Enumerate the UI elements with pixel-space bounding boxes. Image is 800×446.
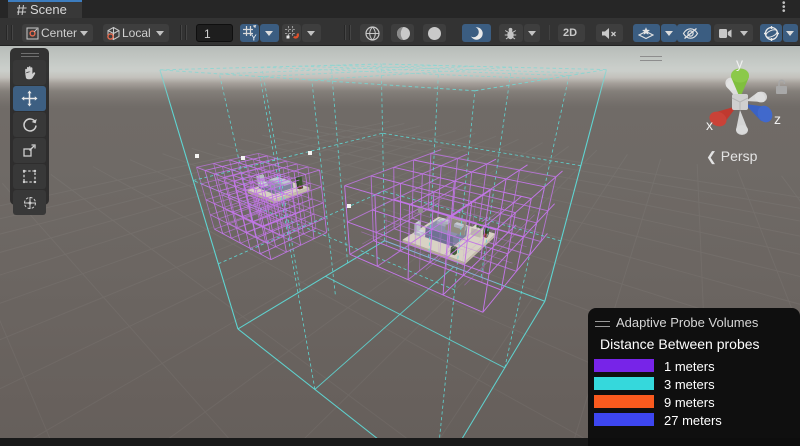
svg-text:Y: Y <box>251 33 257 42</box>
svg-text:z: z <box>774 111 781 127</box>
svg-text:y: y <box>736 55 743 71</box>
svg-text:x: x <box>706 117 713 133</box>
